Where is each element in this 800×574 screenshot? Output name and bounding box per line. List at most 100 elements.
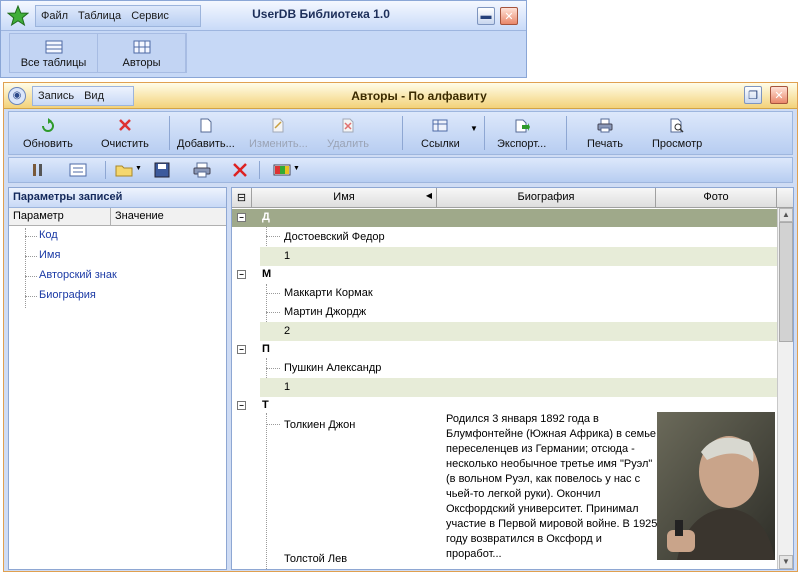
menu-file[interactable]: Файл <box>36 10 73 22</box>
group-letter: Д <box>262 211 270 223</box>
scroll-up-icon[interactable]: ▲ <box>779 208 793 222</box>
print-label: Печать <box>587 138 624 150</box>
new-document-icon <box>200 118 212 133</box>
table-row[interactable]: Маккарти Кормак <box>260 284 777 303</box>
author-name: Маккарти Кормак <box>284 287 373 299</box>
folder-dropdown-icon[interactable]: ▼ <box>135 165 142 172</box>
star-app-icon[interactable] <box>7 5 29 27</box>
menu-table[interactable]: Таблица <box>73 10 126 22</box>
print-button[interactable]: Печать <box>587 112 623 154</box>
group-count-row: 2 <box>260 322 777 341</box>
all-tables-button[interactable]: Все таблицы <box>10 34 98 72</box>
param-item-code[interactable]: Код <box>9 226 226 246</box>
menu-view[interactable]: Вид <box>79 90 109 102</box>
column-bio-header[interactable]: Биография <box>437 188 656 208</box>
close-button[interactable]: ✕ <box>500 7 518 25</box>
main-title-bar: Файл Таблица Сервис UserDB Библиотека 1.… <box>1 1 526 31</box>
column-name-header[interactable]: Имя ◀ <box>252 188 437 208</box>
add-button[interactable]: Добавить... <box>177 112 235 154</box>
links-button[interactable]: Ссылки <box>421 112 460 154</box>
scroll-down-icon[interactable]: ▼ <box>779 555 793 569</box>
table-row[interactable]: Мартин Джордж <box>260 303 777 322</box>
printer-icon <box>597 118 613 133</box>
author-name: Толстой Лев <box>284 553 348 565</box>
all-tables-label: Все таблицы <box>20 57 87 69</box>
param-column-header[interactable]: Параметр <box>9 208 111 225</box>
table-row[interactable]: Толкиен Джон <box>260 416 420 435</box>
clear-button[interactable]: Очистить <box>101 112 149 154</box>
print-small-icon[interactable] <box>193 162 211 178</box>
column-photo-header[interactable]: Фото <box>656 188 777 208</box>
main-window-title: UserDB Библиотека 1.0 <box>252 7 390 21</box>
param-item-author-mark[interactable]: Авторский знак <box>9 266 226 286</box>
color-scheme-icon[interactable] <box>273 162 291 178</box>
group-row-d[interactable]: − Д <box>232 209 777 227</box>
table-row[interactable]: Пушкин Александр <box>260 359 777 378</box>
group-row-p[interactable]: − П <box>232 341 777 359</box>
authors-title-bar: ◉ Запись Вид Авторы - По алфавиту ❐ ✕ <box>4 83 797 109</box>
restore-button[interactable]: ❐ <box>744 86 762 104</box>
form-view-icon[interactable] <box>69 162 87 178</box>
menu-record[interactable]: Запись <box>33 90 79 102</box>
main-menubar: Файл Таблица Сервис <box>35 5 201 27</box>
vertical-scrollbar[interactable]: ▲ ▼ <box>777 208 793 569</box>
minus-icon: ⊟ <box>236 192 247 204</box>
authors-label: Авторы <box>122 57 161 69</box>
toolbar-separator <box>105 161 106 179</box>
table-row[interactable]: Достоевский Федор <box>260 228 777 247</box>
collapse-icon[interactable]: − <box>237 345 246 354</box>
edit-button[interactable]: Изменить... <box>249 112 308 154</box>
links-label: Ссылки <box>421 138 460 150</box>
window-menu-icon[interactable]: ◉ <box>8 87 26 105</box>
scroll-thumb[interactable] <box>779 222 793 342</box>
table-row[interactable]: Толстой Лев <box>260 550 420 569</box>
minimize-button[interactable]: ▬ <box>477 7 495 25</box>
edit-document-icon <box>272 118 284 133</box>
menu-service[interactable]: Сервис <box>126 10 174 22</box>
close-icon: ✕ <box>774 89 784 102</box>
print-preview-icon <box>670 118 684 133</box>
main-window: Файл Таблица Сервис UserDB Библиотека 1.… <box>0 0 527 78</box>
main-tables-panel: Все таблицы Авторы <box>9 33 187 73</box>
group-letter: Т <box>262 399 269 411</box>
delete-document-icon <box>342 118 354 133</box>
filter-icon[interactable] <box>29 162 47 178</box>
authors-button[interactable]: Авторы <box>98 34 186 72</box>
clear-label: Очистить <box>101 138 149 150</box>
collapse-icon[interactable]: − <box>237 270 246 279</box>
close-icon: ✕ <box>504 10 514 23</box>
preview-button[interactable]: Просмотр <box>652 112 702 154</box>
group-row-m[interactable]: − М <box>232 266 777 284</box>
group-letter: П <box>262 343 270 355</box>
collapse-all-button[interactable]: ⊟ <box>232 188 252 208</box>
value-column-header[interactable]: Значение <box>111 208 226 225</box>
delete-button[interactable]: Удалить <box>327 112 369 154</box>
collapse-icon[interactable]: − <box>237 401 246 410</box>
param-item-name[interactable]: Имя <box>9 246 226 266</box>
save-icon[interactable] <box>153 162 171 178</box>
links-dropdown-icon[interactable]: ▼ <box>470 124 478 133</box>
open-folder-icon[interactable] <box>115 162 133 178</box>
authors-window-title: Авторы - По алфавиту <box>351 89 487 103</box>
author-name: Мартин Джордж <box>284 306 367 318</box>
delete-icon[interactable] <box>231 162 249 178</box>
param-item-biography[interactable]: Биография <box>9 286 226 306</box>
edit-label: Изменить... <box>249 138 308 150</box>
minimize-icon: ▬ <box>480 10 492 22</box>
author-name: Пушкин Александр <box>284 362 382 374</box>
authors-window: ◉ Запись Вид Авторы - По алфавиту ❐ ✕ Об… <box>3 82 798 572</box>
delete-label: Удалить <box>327 138 369 150</box>
export-icon <box>515 119 530 133</box>
column-name-label: Имя <box>333 191 355 203</box>
color-dropdown-icon[interactable]: ▼ <box>293 165 300 172</box>
child-close-button[interactable]: ✕ <box>770 86 788 104</box>
collapse-icon[interactable]: − <box>237 213 246 222</box>
grid-icon <box>133 40 150 54</box>
refresh-button[interactable]: Обновить <box>23 112 73 154</box>
toolbar-separator <box>566 116 567 150</box>
secondary-toolbar: ▼ ▼ <box>8 157 793 183</box>
export-label: Экспорт... <box>497 138 547 150</box>
restore-icon: ❐ <box>748 89 758 102</box>
export-button[interactable]: Экспорт... <box>497 112 546 154</box>
toolbar-separator <box>259 161 260 179</box>
